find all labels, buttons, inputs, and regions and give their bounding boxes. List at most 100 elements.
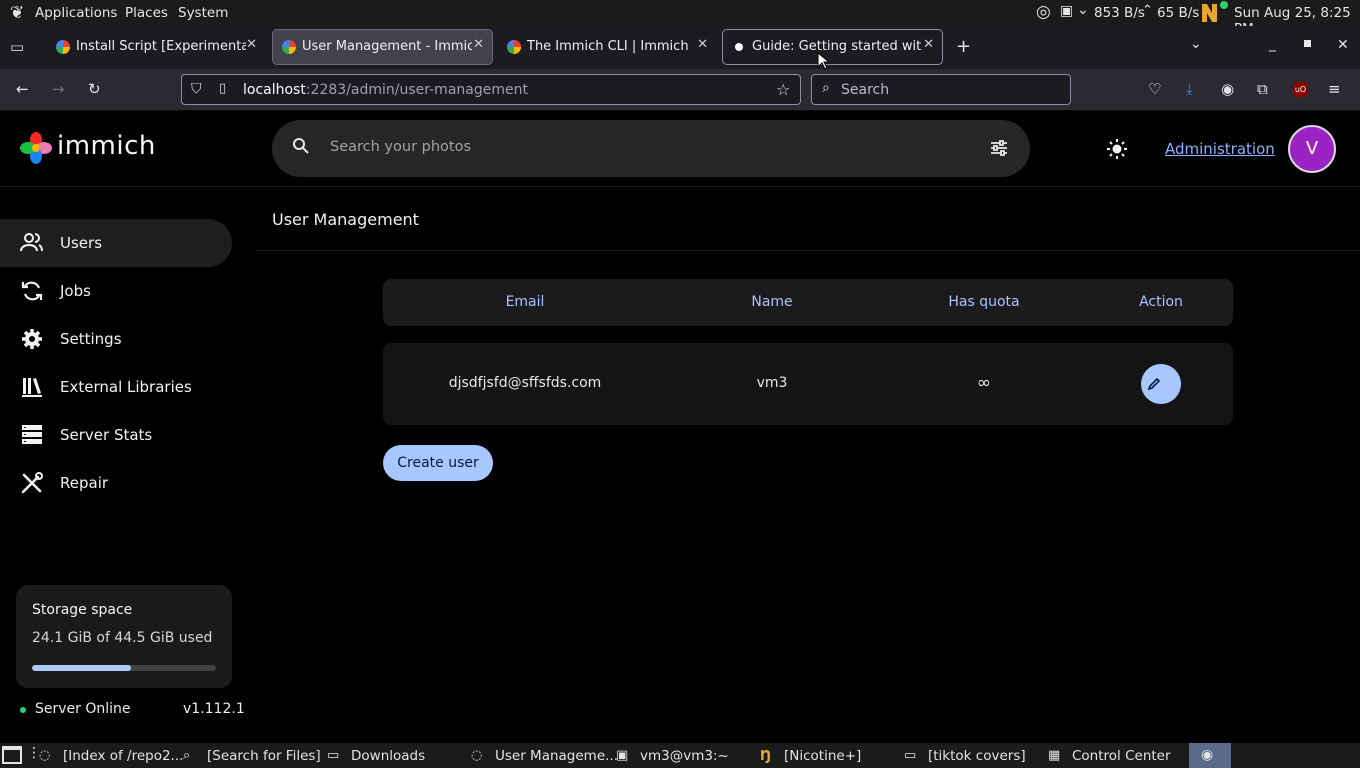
url-path: :2283/admin/user-management	[305, 82, 528, 98]
places-menu[interactable]: Places	[125, 5, 168, 21]
tab-title: Guide: Getting started with	[752, 39, 922, 54]
edit-user-button[interactable]	[1141, 364, 1181, 404]
tab-overview-icon[interactable]: ▭	[10, 38, 24, 56]
back-icon[interactable]: ←	[16, 80, 29, 98]
applications-menu[interactable]: Applications	[35, 5, 117, 21]
task-tiktok-covers[interactable]: ▭ [tiktok covers]	[904, 743, 1039, 768]
control-center-icon: ▦	[1048, 748, 1061, 763]
tab-title: The Immich CLI | Immich	[527, 39, 689, 54]
sidebar-item-label: Repair	[60, 474, 109, 492]
photo-search-bar[interactable]: Search your photos	[272, 120, 1030, 177]
new-tab-icon[interactable]: +	[956, 36, 971, 57]
column-header-action: Action	[1139, 294, 1183, 310]
immich-app: immich Search your photos Administration…	[0, 111, 1360, 743]
show-desktop-icon[interactable]	[2, 746, 22, 764]
task-user-management[interactable]: ◌ User Manageme...	[471, 743, 618, 768]
task-label: Downloads	[351, 748, 426, 764]
user-avatar[interactable]: V	[1288, 125, 1336, 173]
sidebar-item-label: Server Stats	[60, 426, 153, 444]
sidebar-item-users[interactable]: Users	[0, 219, 232, 267]
sidebar-item-label: Jobs	[60, 282, 91, 300]
account-icon[interactable]: ◉	[1221, 80, 1234, 98]
logo-text[interactable]: immich	[57, 131, 156, 161]
tab-title: User Management - Immich	[302, 39, 472, 54]
tab-guide-getting-started[interactable]: Guide: Getting started with ✕	[722, 29, 943, 65]
close-icon[interactable]: ✕	[246, 37, 257, 52]
shield-icon[interactable]: ⛉	[191, 81, 202, 97]
close-icon[interactable]: ✕	[697, 37, 708, 52]
tools-icon	[20, 472, 44, 494]
immich-favicon-icon	[507, 40, 521, 54]
ublock-icon[interactable]: uO	[1293, 82, 1308, 97]
downloads-icon[interactable]: ⤓	[1186, 80, 1193, 98]
bookmark-star-icon[interactable]: ☆	[776, 80, 790, 99]
nicotine-icon: Ŋ	[760, 748, 772, 764]
list-all-tabs-icon[interactable]: ⌄	[1190, 36, 1202, 52]
tab-user-management[interactable]: User Management - Immich ✕	[272, 29, 493, 65]
create-user-button[interactable]: Create user	[383, 445, 493, 481]
immich-logo-icon[interactable]	[20, 132, 52, 164]
immich-favicon-icon	[56, 40, 70, 54]
gnome-foot-icon[interactable]: ❦	[10, 3, 24, 23]
sidebar-item-jobs[interactable]: Jobs	[0, 267, 232, 315]
bottom-taskbar: ⋮ ◌ [Index of /repo2... ⌕ [Search for Fi…	[0, 743, 1360, 768]
task-index-of-repo[interactable]: ◌ [Index of /repo2...	[39, 743, 183, 768]
close-icon[interactable]: ✕	[473, 37, 484, 52]
storage-card: Storage space 24.1 GiB of 44.5 GiB used	[16, 585, 232, 688]
server-icon	[20, 424, 44, 446]
tab-immich-cli[interactable]: The Immich CLI | Immich ✕	[498, 30, 716, 64]
firefox-icon: ◌	[39, 748, 51, 763]
search-input[interactable]: Search your photos	[330, 139, 471, 155]
pocket-icon[interactable]: ♡	[1148, 80, 1161, 98]
sidebar-item-settings[interactable]: Settings	[0, 315, 232, 363]
task-label: [Nicotine+]	[784, 748, 862, 764]
storage-progress-fill	[32, 665, 132, 671]
page-title: User Management	[272, 210, 419, 229]
maximize-icon[interactable]	[1304, 40, 1311, 47]
tab-install-script[interactable]: Install Script [Experimental] ✕	[47, 30, 265, 64]
nicotine-tray-icon[interactable]	[1200, 0, 1228, 24]
table-row: djsdfjsfd@sffsfds.com vm3 ∞	[383, 343, 1233, 425]
task-terminal[interactable]: ▣ vm3@vm3:~	[616, 743, 746, 768]
window-close-icon[interactable]: ✕	[1337, 37, 1349, 53]
column-header-name: Name	[751, 294, 793, 310]
theme-toggle-sun-icon[interactable]	[1107, 139, 1127, 159]
url-text[interactable]: localhost:2283/admin/user-management	[243, 82, 528, 98]
forward-icon[interactable]: →	[52, 80, 65, 98]
storage-progress-bar	[32, 665, 216, 671]
task-nicotine[interactable]: Ŋ [Nicotine+]	[760, 743, 890, 768]
url-bar[interactable]: ⛉ ▯ localhost:2283/admin/user-management…	[181, 74, 801, 105]
sidebar-item-label: Users	[60, 234, 103, 252]
sync-icon	[20, 280, 44, 302]
library-icon	[20, 376, 44, 398]
task-search-for-files[interactable]: ⌕ [Search for Files]	[183, 743, 321, 768]
system-menu[interactable]: System	[178, 5, 228, 21]
folder-icon: ▭	[904, 748, 917, 763]
reload-icon[interactable]: ↻	[88, 80, 101, 98]
browser-search-bar[interactable]: ⌕ Search	[811, 74, 1071, 105]
column-header-quota: Has quota	[948, 294, 1020, 310]
minimize-icon[interactable]: _	[1269, 36, 1276, 52]
tab-strip: ▭ Install Script [Experimental] ✕ User M…	[0, 26, 1360, 69]
storage-title: Storage space	[32, 602, 133, 618]
search-options-icon[interactable]	[990, 139, 1008, 157]
extensions-icon[interactable]: ⧉	[1257, 80, 1268, 98]
tab-title: Install Script [Experimental]	[76, 39, 246, 54]
task-downloads[interactable]: ▭ Downloads	[327, 743, 457, 768]
accessibility-icon[interactable]: ◎	[1036, 2, 1051, 22]
user-table-header: Email Name Has quota Action	[383, 279, 1233, 326]
github-favicon-icon	[732, 40, 746, 54]
administration-link[interactable]: Administration	[1165, 140, 1275, 158]
network-icon[interactable]: ▣	[1060, 3, 1073, 19]
close-icon[interactable]: ✕	[923, 37, 934, 52]
workspace-switcher[interactable]: ◉	[1189, 743, 1231, 768]
page-icon[interactable]: ▯	[219, 81, 226, 96]
server-version[interactable]: v1.112.1	[183, 701, 245, 717]
sidebar-item-external-libraries[interactable]: External Libraries	[0, 363, 232, 411]
user-email: djsdfjsfd@sffsfds.com	[448, 375, 602, 391]
search-icon[interactable]	[292, 137, 310, 155]
sidebar-item-server-stats[interactable]: Server Stats	[0, 411, 232, 459]
app-menu-icon[interactable]: ≡	[1328, 80, 1341, 98]
sidebar-item-repair[interactable]: Repair	[0, 459, 232, 507]
task-control-center[interactable]: ▦ Control Center	[1048, 743, 1183, 768]
